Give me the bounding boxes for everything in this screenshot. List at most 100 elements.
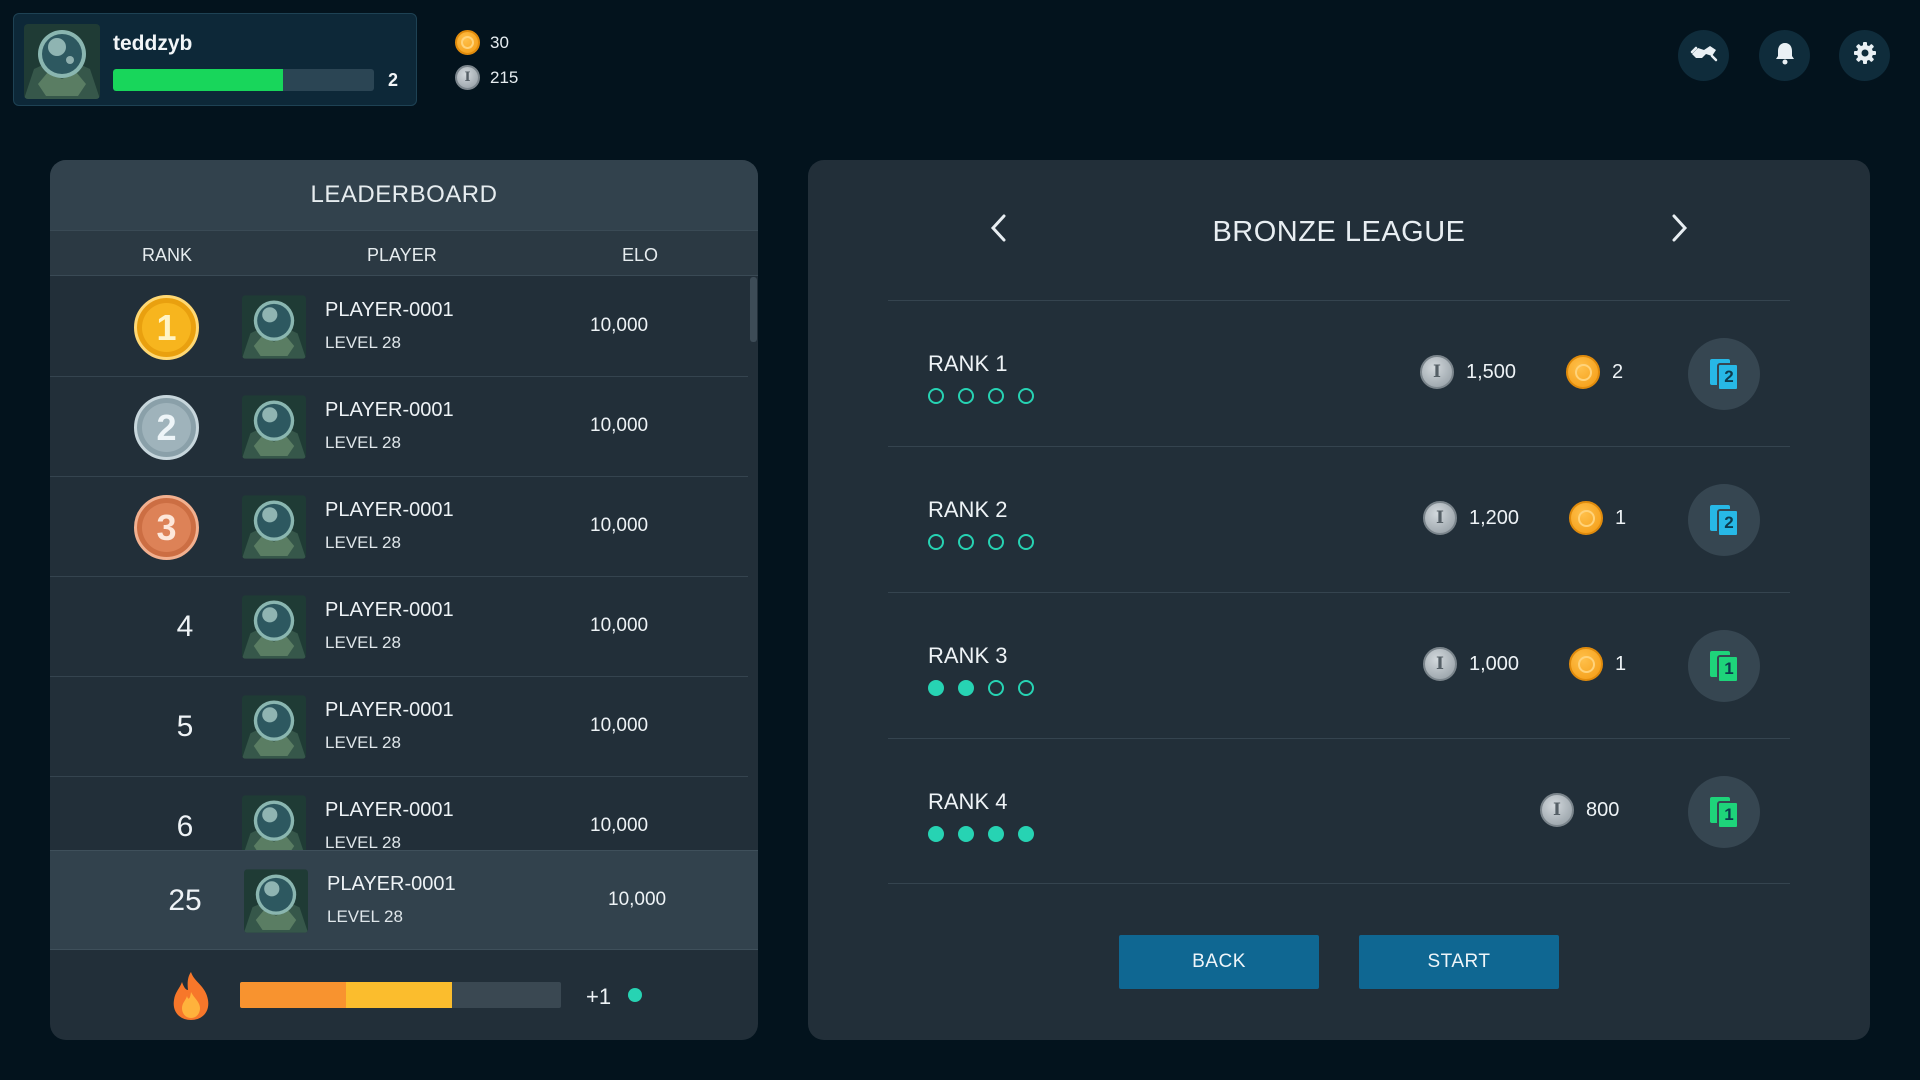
bell-icon xyxy=(1774,41,1796,70)
next-league-button[interactable] xyxy=(1660,210,1700,250)
player-name: PLAYER-0001 xyxy=(325,799,454,821)
progress-dot xyxy=(1018,388,1034,404)
player-level: LEVEL 28 xyxy=(325,833,401,850)
progress-dot xyxy=(958,388,974,404)
streak-bonus: +1 xyxy=(586,984,612,1009)
leaderboard-row[interactable]: 5 PLAYER-0001 LEVEL 28 10,000 xyxy=(50,677,750,777)
card-reward-button[interactable]: 2 xyxy=(1688,484,1760,556)
leaderboard-row[interactable]: 1 PLAYER-0001 LEVEL 28 10,000 xyxy=(50,277,750,377)
player-level: LEVEL 28 xyxy=(325,533,401,552)
leaderboard-row[interactable]: 4 PLAYER-0001 LEVEL 28 10,000 xyxy=(50,577,750,677)
league-panel: BRONZE LEAGUE RANK 1 I 1,500 2 2 RANK 2 I 1,200… xyxy=(808,160,1870,1040)
profile-card[interactable]: teddzyb 2 xyxy=(13,13,417,106)
card-pack-count: 1 xyxy=(1724,659,1734,678)
avatar xyxy=(242,795,306,850)
rank-label: RANK 1 xyxy=(928,351,1008,376)
rank-number: 6 xyxy=(176,810,194,843)
gold-reward-amount: 1 xyxy=(1615,652,1627,675)
settings-button[interactable] xyxy=(1839,30,1890,81)
player-elo: 10,000 xyxy=(590,515,649,536)
card-reward-button[interactable]: 2 xyxy=(1688,338,1760,410)
silver-amount: 215 xyxy=(490,67,519,87)
gold-reward: 1 xyxy=(1569,501,1626,535)
silver-coin-icon: I xyxy=(455,65,480,90)
card-pack-icon: 1 xyxy=(1707,794,1741,830)
rank-progress-dots xyxy=(928,680,1034,696)
notifications-button[interactable] xyxy=(1759,30,1810,81)
my-rank: 25 xyxy=(168,884,202,917)
player-name: PLAYER-0001 xyxy=(325,599,454,621)
streak-bar-segment xyxy=(240,982,346,1008)
progress-dot xyxy=(988,680,1004,696)
silver-coin-icon: I xyxy=(1540,793,1574,827)
card-reward-button[interactable]: 1 xyxy=(1688,630,1760,702)
bronze-medal-icon: 3 xyxy=(134,495,199,560)
card-pack-count: 2 xyxy=(1724,513,1734,532)
leaderboard-scrollbar[interactable] xyxy=(748,277,758,850)
avatar xyxy=(242,295,306,359)
progress-dot xyxy=(958,680,974,696)
progress-dot xyxy=(1018,826,1034,842)
leaderboard-row[interactable]: 3 PLAYER-0001 LEVEL 28 10,000 xyxy=(50,477,750,577)
fire-icon xyxy=(168,970,214,1027)
silver-reward: I 1,500 xyxy=(1420,355,1516,389)
silver-reward-amount: 1,000 xyxy=(1469,652,1520,675)
player-elo: 10,000 xyxy=(590,415,649,436)
streak-bar xyxy=(240,982,561,1008)
my-player-level: LEVEL 28 xyxy=(327,907,403,926)
my-player-name: PLAYER-0001 xyxy=(327,873,456,895)
gold-coin-icon xyxy=(1569,647,1603,681)
leaderboard-panel: LEADERBOARD RANK PLAYER ELO 1 PLAYER-0001… xyxy=(50,160,758,1040)
avatar xyxy=(244,869,308,933)
progress-dot xyxy=(928,388,944,404)
player-name: PLAYER-0001 xyxy=(325,399,454,421)
back-button[interactable]: BACK xyxy=(1119,935,1319,989)
league-rank-row: RANK 1 I 1,500 2 2 xyxy=(888,300,1790,446)
leaderboard-row[interactable]: 6 PLAYER-0001 LEVEL 28 10,000 xyxy=(50,777,750,850)
silver-reward: I 1,000 xyxy=(1423,647,1519,681)
silver-coin-icon: I xyxy=(1420,355,1454,389)
player-name: PLAYER-0001 xyxy=(325,699,454,721)
my-rank-row[interactable]: 25 PLAYER-0001 LEVEL 28 10,000 xyxy=(50,850,758,950)
player-elo: 10,000 xyxy=(590,815,649,836)
card-pack-icon: 2 xyxy=(1707,502,1741,538)
progress-dot xyxy=(958,826,974,842)
gold-reward: 2 xyxy=(1566,355,1623,389)
chevron-right-icon xyxy=(1671,213,1689,248)
silver-reward-amount: 1,500 xyxy=(1466,360,1517,383)
silver-coin-icon: I xyxy=(1423,647,1457,681)
silver-reward-amount: 1,200 xyxy=(1469,506,1520,529)
gold-coin-icon xyxy=(455,30,480,55)
rank-progress-dots xyxy=(928,388,1034,404)
player-elo: 10,000 xyxy=(590,715,649,736)
scrollbar-thumb[interactable] xyxy=(750,277,757,342)
leaderboard-title: LEADERBOARD xyxy=(50,160,758,230)
trade-button[interactable] xyxy=(1678,30,1729,81)
league-rank-row: RANK 2 I 1,200 1 2 xyxy=(888,446,1790,592)
card-pack-count: 1 xyxy=(1724,805,1734,824)
progress-dot xyxy=(1018,534,1034,550)
card-pack-icon: 1 xyxy=(1707,648,1741,684)
silver-coin-icon: I xyxy=(1423,501,1457,535)
silver-currency: I 215 xyxy=(455,65,518,90)
start-button[interactable]: START xyxy=(1359,935,1559,989)
leaderboard-row[interactable]: 2 PLAYER-0001 LEVEL 28 10,000 xyxy=(50,377,750,477)
gold-reward: 1 xyxy=(1569,647,1626,681)
gear-icon xyxy=(1853,41,1877,70)
league-title: BRONZE LEAGUE xyxy=(1212,216,1466,248)
avatar xyxy=(242,495,306,559)
player-level: LEVEL 28 xyxy=(325,633,401,652)
progress-dot xyxy=(928,680,944,696)
league-rank-row: RANK 4 I 800 1 xyxy=(888,738,1790,884)
card-pack-count: 2 xyxy=(1724,367,1734,386)
player-level: 2 xyxy=(388,70,399,90)
avatar xyxy=(242,595,306,659)
progress-dot xyxy=(928,826,944,842)
gold-currency: 30 xyxy=(455,30,509,55)
leaderboard-list[interactable]: 1 PLAYER-0001 LEVEL 28 10,000 2 PLAYER-0001 LE… xyxy=(50,277,750,850)
rank-number: 5 xyxy=(176,710,194,743)
leaderboard-headers: RANK PLAYER ELO xyxy=(50,230,758,276)
card-reward-button[interactable]: 1 xyxy=(1688,776,1760,848)
streak-indicator xyxy=(628,988,642,1002)
rank-progress-dots xyxy=(928,534,1034,550)
